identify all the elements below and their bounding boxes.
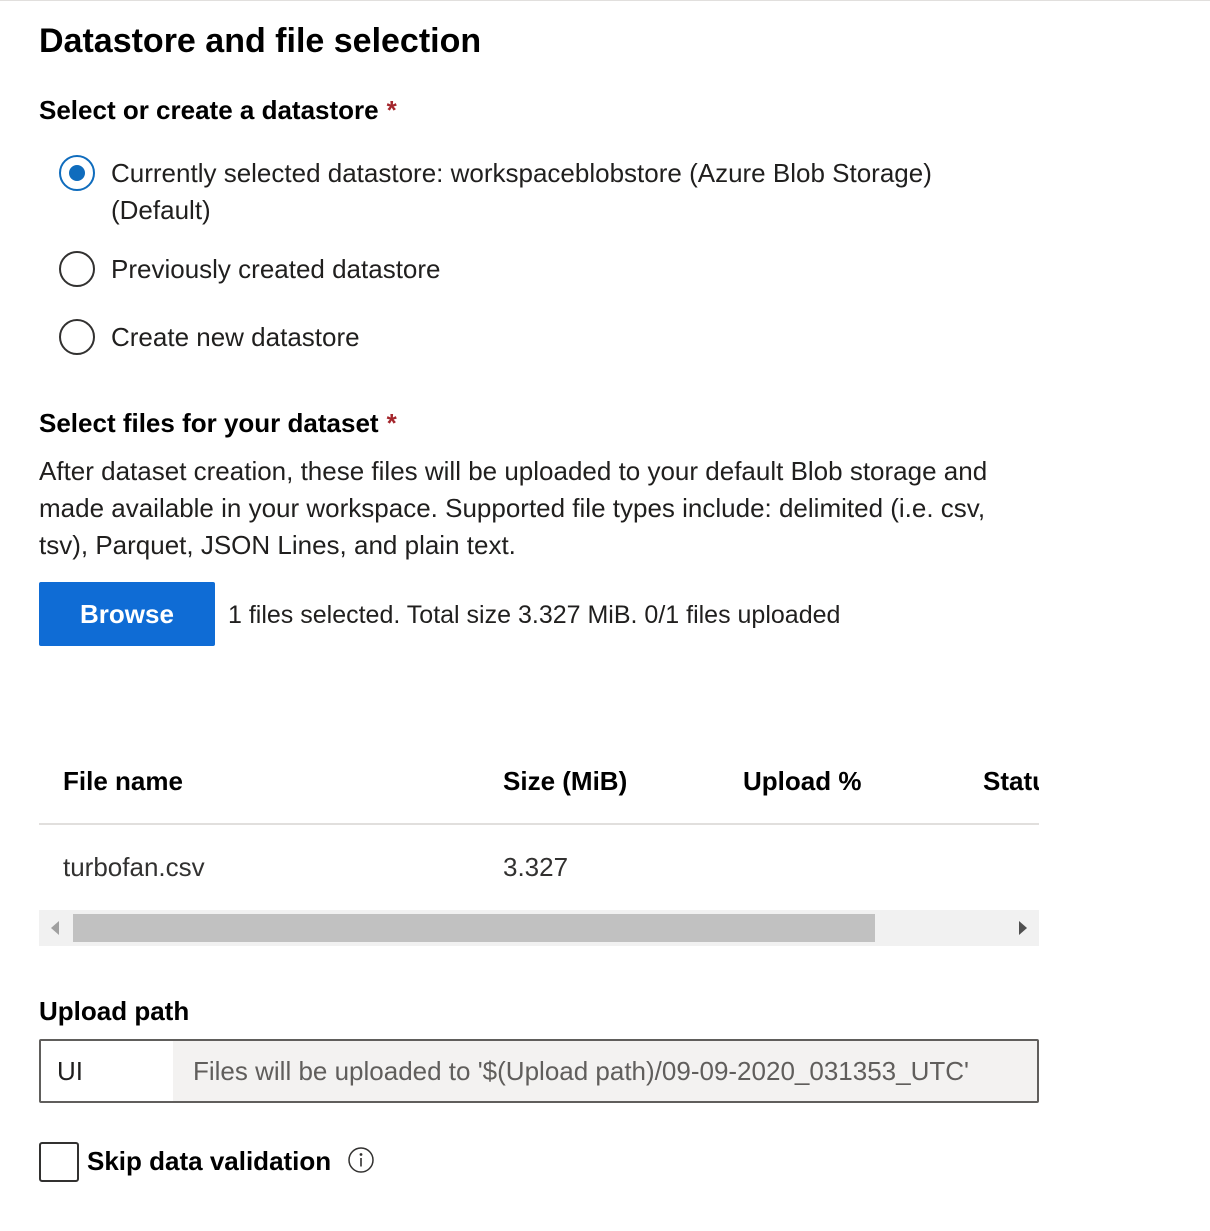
cell-size: 3.327 (503, 852, 569, 882)
top-divider (0, 0, 1210, 1)
column-header-size[interactable]: Size (MiB) (503, 766, 627, 797)
required-asterisk: * (386, 408, 397, 438)
info-icon[interactable] (347, 1146, 375, 1179)
upload-path-field: Files will be uploaded to '$(Upload path… (39, 1039, 1039, 1103)
column-header-upload[interactable]: Upload % (743, 766, 861, 797)
radio-button-checked[interactable] (59, 155, 95, 191)
radio-create-datastore[interactable]: Create new datastore (59, 319, 1019, 356)
scroll-left-icon[interactable] (51, 921, 59, 935)
required-asterisk: * (386, 95, 397, 125)
radio-label: Create new datastore (111, 322, 360, 352)
browse-button[interactable]: Browse (39, 582, 215, 646)
radio-label: Previously created datastore (111, 254, 441, 284)
column-header-file-name[interactable]: File name (63, 766, 183, 797)
radio-button[interactable] (59, 251, 95, 287)
radio-current-datastore[interactable]: Currently selected datastore: workspaceb… (59, 155, 1019, 229)
column-header-status[interactable]: Statu (983, 766, 1039, 797)
upload-path-label: Upload path (39, 996, 190, 1026)
files-description: After dataset creation, these files will… (39, 456, 988, 560)
files-label-text: Select files for your dataset (39, 408, 379, 438)
table-header-divider (39, 823, 1039, 825)
radio-previous-datastore[interactable]: Previously created datastore (59, 251, 1019, 288)
cell-file-name: turbofan.csv (63, 852, 205, 882)
datastore-label-text: Select or create a datastore (39, 95, 379, 125)
upload-path-suffix: Files will be uploaded to '$(Upload path… (173, 1041, 1037, 1101)
files-status-text: 1 files selected. Total size 3.327 MiB. … (228, 601, 841, 629)
horizontal-scrollbar[interactable] (39, 910, 1039, 946)
skip-validation-label[interactable]: Skip data validation (87, 1146, 331, 1177)
upload-path-input[interactable] (41, 1041, 173, 1101)
radio-button[interactable] (59, 319, 95, 355)
section-title: Datastore and file selection (39, 22, 482, 60)
scroll-right-icon[interactable] (1019, 921, 1027, 935)
files-table: File name Size (MiB) Upload % Statu turb… (39, 760, 1039, 946)
skip-validation-checkbox[interactable] (39, 1142, 79, 1182)
datastore-label: Select or create a datastore * (39, 95, 397, 126)
radio-label: Currently selected datastore: workspaceb… (111, 158, 932, 225)
files-label: Select files for your dataset * (39, 408, 397, 439)
radio-selected-dot (69, 165, 85, 181)
scrollbar-thumb[interactable] (73, 914, 875, 942)
